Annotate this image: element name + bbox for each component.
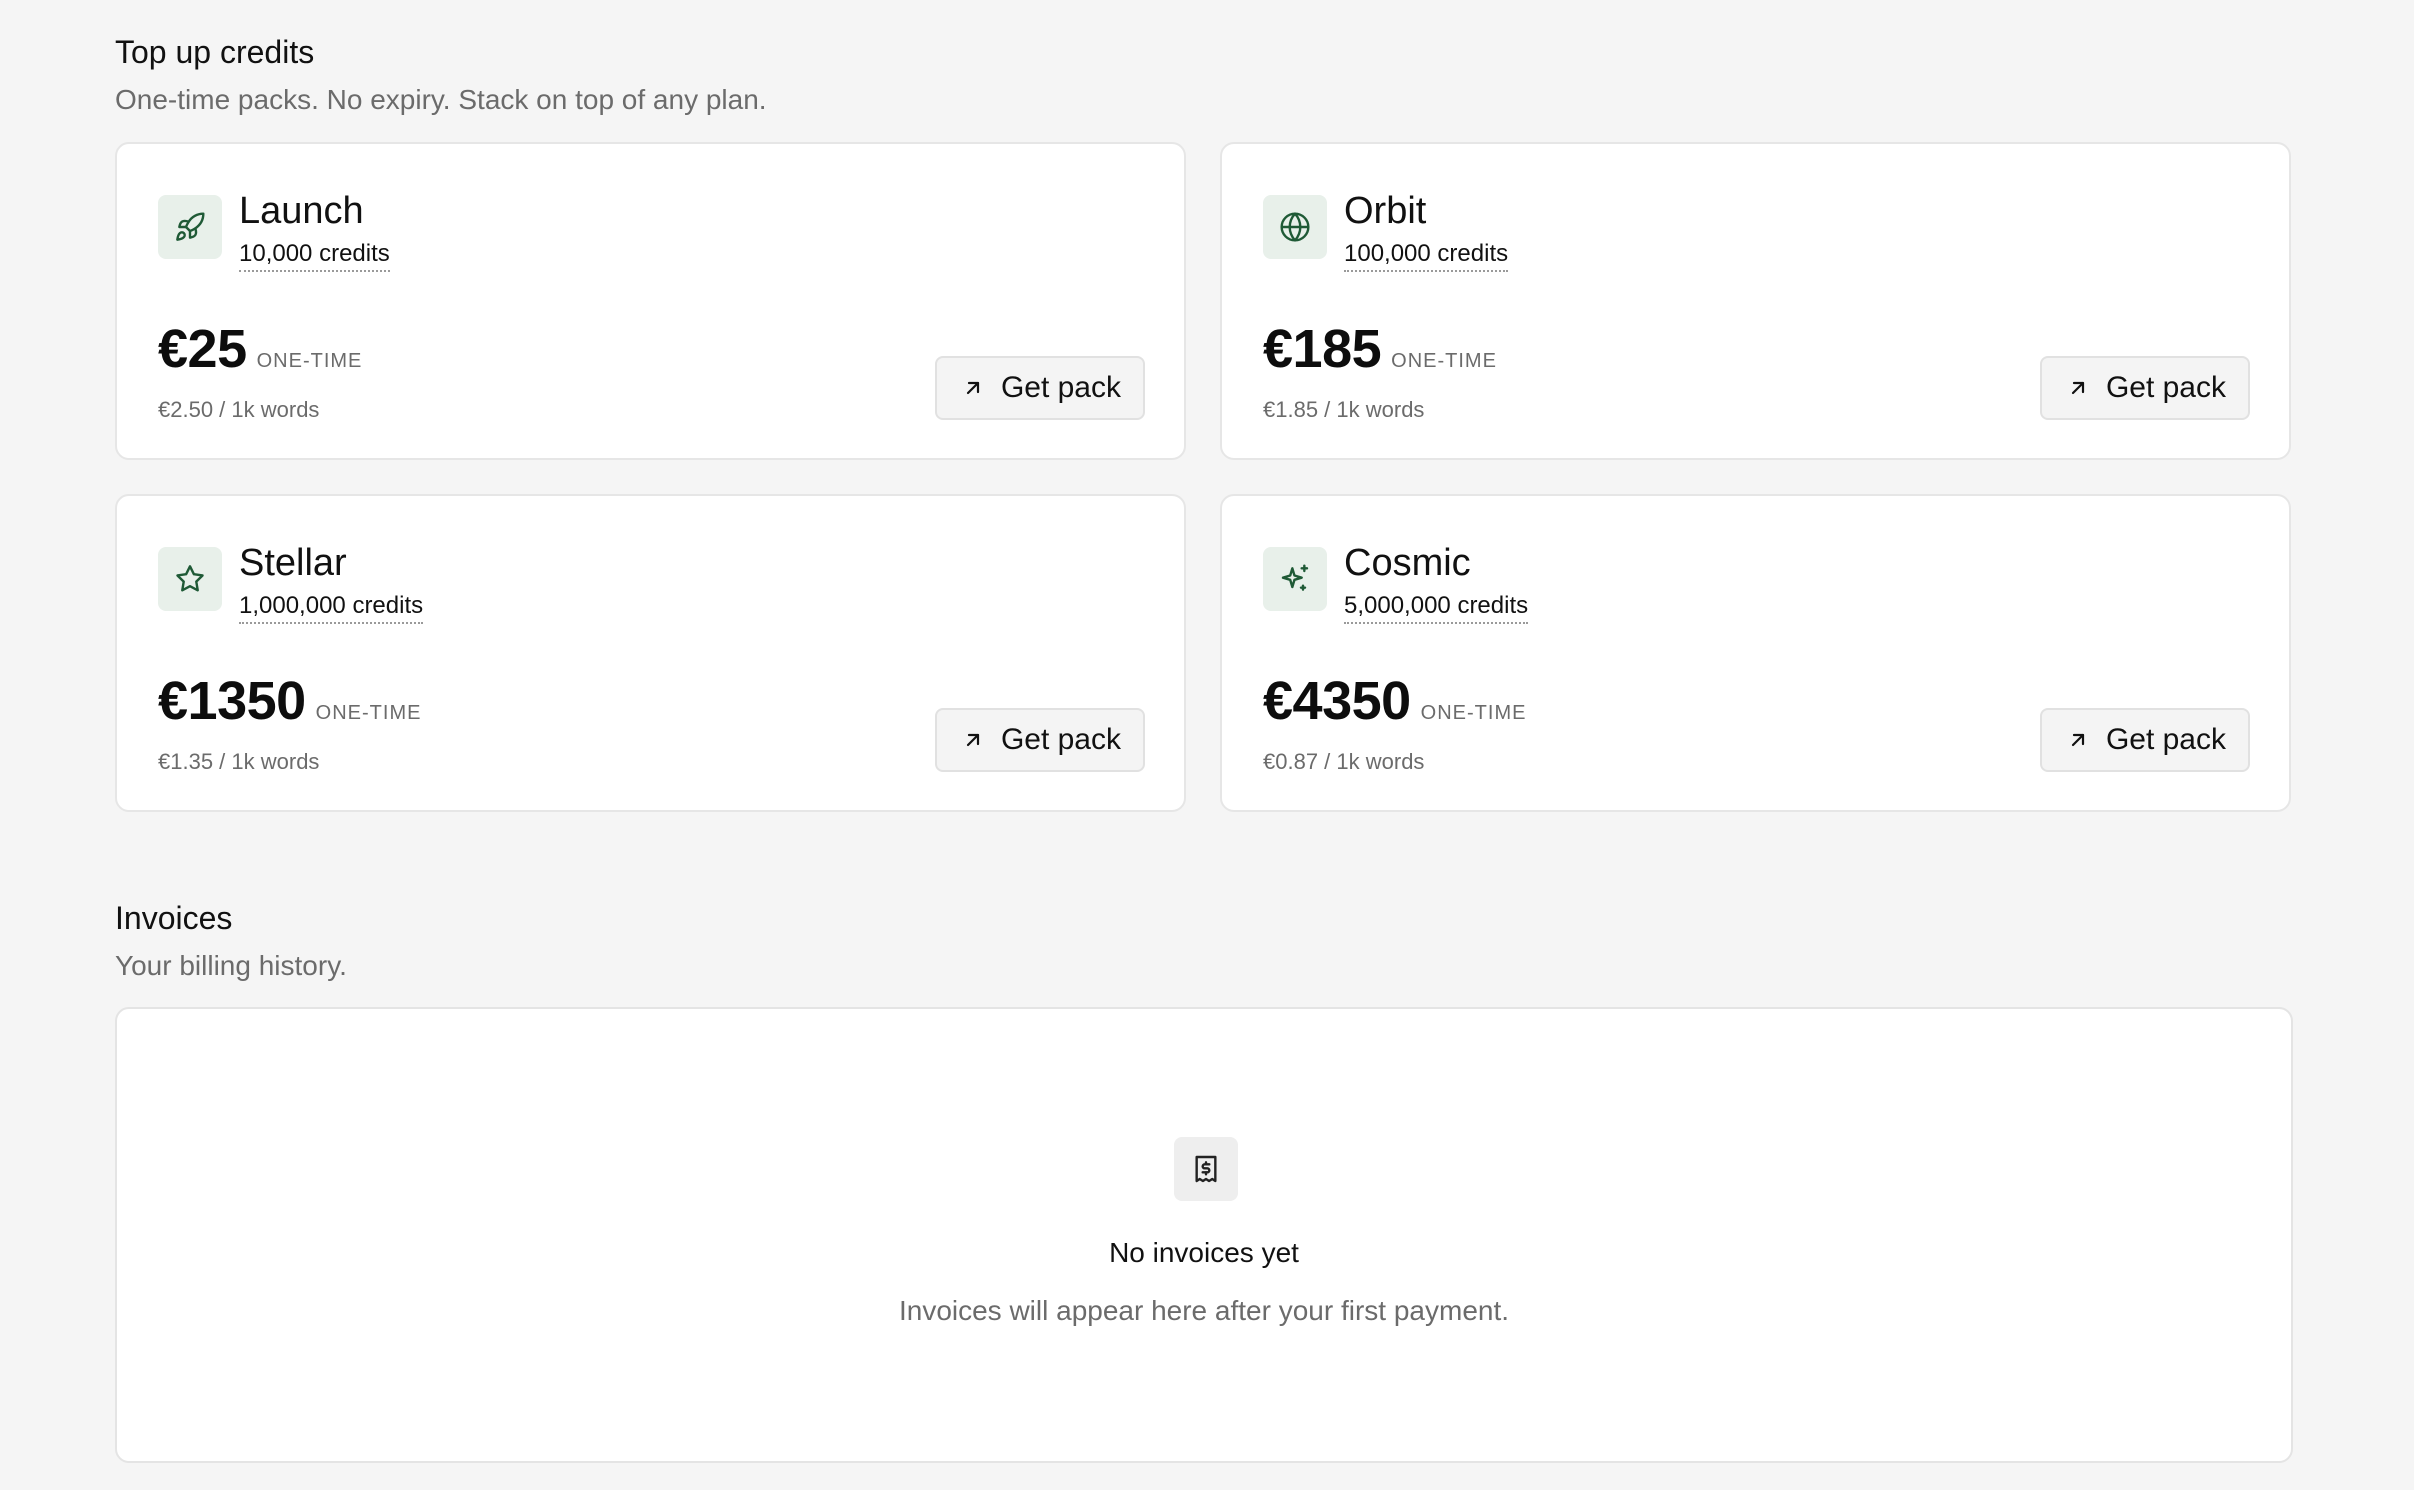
topup-title: Top up credits [115,34,315,70]
get-pack-button[interactable]: Get pack [2039,356,2250,420]
pack-card-cosmic: Cosmic 5,000,000 credits €4350 ONE-TIME … [1220,494,2291,812]
pack-card-orbit: Orbit 100,000 credits €185 ONE-TIME €1.8… [1220,142,2291,460]
pack-credits: 10,000 credits [239,242,390,272]
get-pack-label: Get pack [2105,371,2226,404]
pack-credits: 1,000,000 credits [239,594,424,624]
pack-price: €1350 [158,671,306,731]
price-row: €4350 ONE-TIME [1263,674,1526,728]
price-row: €25 ONE-TIME [158,322,362,376]
get-pack-label: Get pack [1000,371,1121,404]
price-row: €185 ONE-TIME [1263,322,1497,376]
topup-header: Top up credits One-time packs. No expiry… [115,36,2291,114]
pack-price: €185 [1263,319,1382,379]
sparkles-icon [1263,547,1327,611]
get-pack-button[interactable]: Get pack [934,356,1145,420]
pack-credits: 5,000,000 credits [1344,594,1529,624]
pack-card-stellar: Stellar 1,000,000 credits €1350 ONE-TIME… [115,494,1186,812]
price-rate: €1.85 / 1k words [1263,397,1425,422]
price-row: €1350 ONE-TIME [158,674,421,728]
pack-name: Cosmic [1344,542,1471,584]
pack-credits: 100,000 credits [1344,242,1509,272]
pack-price: €25 [158,319,247,379]
invoices-title: Invoices [115,900,233,936]
invoices-subtitle: Your billing history. [115,950,347,981]
get-pack-button[interactable]: Get pack [934,708,1145,772]
pack-name: Launch [239,190,364,232]
arrow-up-right-icon [2071,733,2085,747]
price-term: ONE-TIME [315,702,422,724]
pack-card-launch: Launch 10,000 credits €25 ONE-TIME €2.50… [115,142,1186,460]
arrow-up-right-icon [2071,381,2085,395]
receipt-icon [1174,1137,1238,1201]
price-rate: €1.35 / 1k words [158,749,320,774]
rocket-icon [158,195,222,259]
empty-state-title: No invoices yet [1109,1237,1299,1268]
get-pack-label: Get pack [2105,723,2226,756]
arrow-up-right-icon [966,381,980,395]
arrow-up-right-icon [966,733,980,747]
price-term: ONE-TIME [1420,702,1527,724]
invoices-header: Invoices Your billing history. [115,902,2291,980]
get-pack-button[interactable]: Get pack [2039,708,2250,772]
globe-icon [1263,195,1327,259]
pack-grid: Launch 10,000 credits €25 ONE-TIME €2.50… [115,142,2293,812]
pack-price: €4350 [1263,671,1411,731]
price-term: ONE-TIME [1391,350,1497,372]
price-rate: €0.87 / 1k words [1263,749,1425,774]
star-icon [158,547,222,611]
get-pack-label: Get pack [1000,723,1121,756]
invoices-empty-state: No invoices yet Invoices will appear her… [115,1007,2293,1463]
pack-name: Stellar [239,542,347,584]
price-term: ONE-TIME [256,350,363,372]
empty-state-text: Invoices will appear here after your fir… [898,1295,1510,1326]
topup-subtitle: One-time packs. No expiry. Stack on top … [115,84,767,115]
price-rate: €2.50 / 1k words [158,397,320,422]
pack-name: Orbit [1344,190,1427,232]
